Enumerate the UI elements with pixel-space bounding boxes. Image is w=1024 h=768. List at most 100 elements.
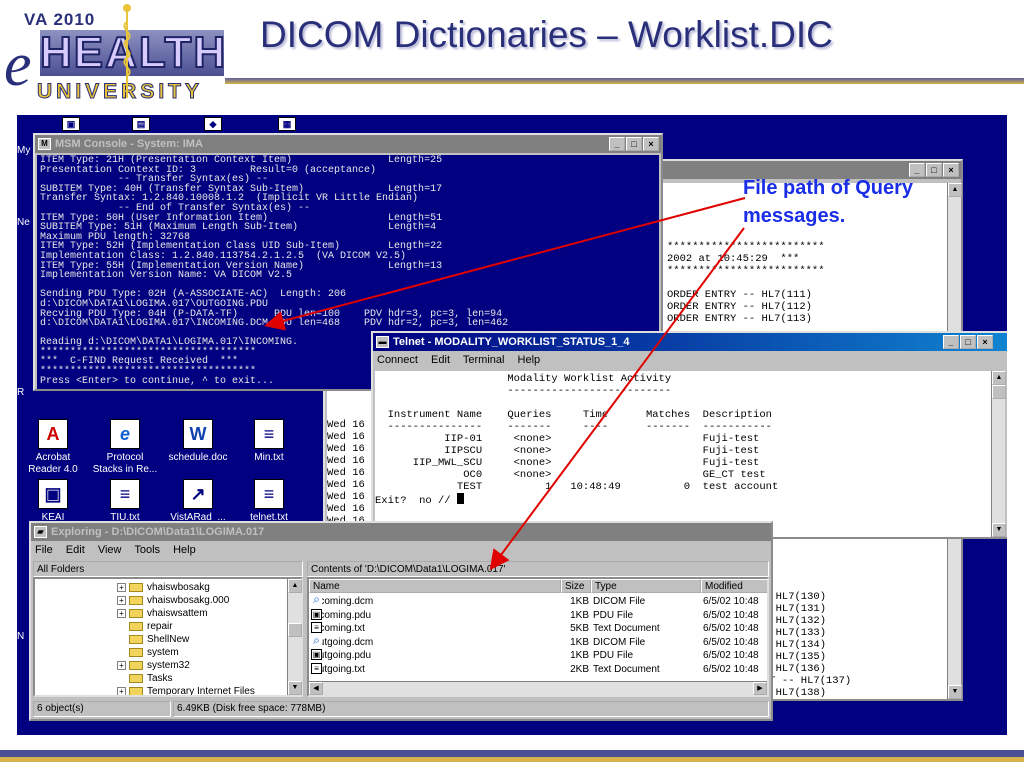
menu-view[interactable]: View xyxy=(98,544,122,556)
edge-label-2[interactable]: Ne xyxy=(17,217,31,228)
folder-tree-scrollbar[interactable]: ▲ ▼ xyxy=(287,579,302,695)
file-list-hscrollbar[interactable]: ◀ ▶ xyxy=(309,681,767,695)
file-row[interactable]: ⌕ Outgoing.dcm 1KB DICOM File 6/5/02 10:48 xyxy=(309,635,767,649)
folder-icon xyxy=(129,608,143,618)
maximize-button[interactable]: □ xyxy=(960,335,976,349)
desktop-icon-tiu-txt[interactable]: ≡ TIU.txt xyxy=(91,479,159,524)
minimize-button[interactable]: _ xyxy=(943,335,959,349)
desktop-icon-top-3[interactable]: ◆ xyxy=(179,117,247,131)
magnifier-icon: ⌕ xyxy=(311,595,322,606)
file-row[interactable]: ≡ Incoming.txt 5KB Text Document 6/5/02 10:4… xyxy=(309,622,767,635)
explorer-title: Exploring - D:\DICOM\Data1\LOGIMA.017 xyxy=(51,526,265,538)
edge-label-1[interactable]: My xyxy=(17,145,31,156)
column-size[interactable]: Size xyxy=(561,579,591,593)
folder-tree[interactable]: + vhaiswbosakg + vhaiswbosakg.000 + vhaiswsat… xyxy=(33,577,303,697)
menu-help[interactable]: Help xyxy=(173,544,196,556)
minimize-button[interactable]: _ xyxy=(609,137,625,151)
file-row[interactable]: ▣ Outgoing.pdu 1KB PDU File 6/5/02 10:48 xyxy=(309,649,767,662)
scroll-thumb[interactable] xyxy=(992,385,1006,399)
msm-console-titlebar[interactable]: M MSM Console - System: IMA _ □ × xyxy=(35,135,661,153)
expand-toggle-icon[interactable]: + xyxy=(117,608,126,618)
scroll-up-arrow-icon[interactable]: ▲ xyxy=(992,371,1006,385)
file-row[interactable]: ≡ Outgoing.txt 2KB Text Document 6/5/02 10:4… xyxy=(309,662,767,676)
tree-item[interactable]: + vhaiswbosakg xyxy=(37,581,301,594)
scroll-down-arrow-icon[interactable]: ▼ xyxy=(948,685,962,699)
column-modified[interactable]: Modified xyxy=(701,579,767,593)
explorer-window[interactable]: ▰ Exploring - D:\DICOM\Data1\LOGIMA.017 … xyxy=(29,521,773,721)
desktop-icon-keai[interactable]: ▣ KEAI xyxy=(19,479,87,524)
terminal-line: IIP-01 <none> Fuji-test xyxy=(375,433,760,445)
menu-connect[interactable]: Connect xyxy=(377,354,418,366)
shortcut-icon: ↗ xyxy=(183,479,213,509)
desktop-icon-top-1[interactable]: ▣ xyxy=(37,117,105,131)
tree-item[interactable]: Tasks xyxy=(37,672,301,685)
ie-icon: e xyxy=(110,419,140,449)
expand-toggle-icon[interactable]: + xyxy=(117,595,126,605)
file-modified-cell: 6/5/02 10:48 xyxy=(703,596,759,607)
tree-item[interactable]: ShellNew xyxy=(37,633,301,646)
scroll-thumb[interactable] xyxy=(288,623,302,637)
tree-item[interactable]: repair xyxy=(37,620,301,633)
desktop-icon-vistarad[interactable]: ↗ VistARad_... xyxy=(164,479,232,524)
console-line: Wed 16 xyxy=(327,455,365,467)
file-size-cell: 1KB xyxy=(570,609,589,621)
telnet-scrollbar[interactable]: ▲ ▼ xyxy=(991,371,1006,537)
scroll-up-arrow-icon[interactable]: ▲ xyxy=(288,579,302,593)
scroll-down-arrow-icon[interactable]: ▼ xyxy=(992,523,1006,537)
scroll-down-arrow-icon[interactable]: ▼ xyxy=(288,681,302,695)
folder-icon xyxy=(129,647,143,657)
folder-icon xyxy=(129,686,143,695)
menu-edit[interactable]: Edit xyxy=(66,544,85,556)
edge-label-3[interactable]: R xyxy=(17,387,31,398)
spreadsheet-icon: ▦ xyxy=(278,117,296,131)
expand-toggle-icon[interactable]: + xyxy=(117,660,126,670)
desktop-icon-telnet-txt[interactable]: ≡ telnet.txt xyxy=(235,479,303,524)
file-row[interactable]: ▣ Incoming.pdu 1KB PDU File 6/5/02 10:48 xyxy=(309,608,767,622)
menu-terminal[interactable]: Terminal xyxy=(463,354,505,366)
telnet-titlebar[interactable]: ▬ Telnet - MODALITY_WORKLIST_STATUS_1_4 … xyxy=(373,333,1007,351)
file-name-cell: ▣ Outgoing.pdu xyxy=(311,649,559,662)
desktop-icon-min-txt[interactable]: ≡ Min.txt xyxy=(235,419,303,464)
scroll-right-arrow-icon[interactable]: ▶ xyxy=(753,682,767,695)
file-row[interactable]: ⌕ Incoming.dcm 1KB DICOM File 6/5/02 10:48 xyxy=(309,595,767,608)
tree-item[interactable]: + vhaiswsattem xyxy=(37,607,301,620)
desktop-icon-schedule-doc[interactable]: W schedule.doc xyxy=(164,419,232,464)
file-type-cell: Text Document xyxy=(593,663,660,675)
column-name[interactable]: Name xyxy=(309,579,561,593)
desktop-icon-top-2[interactable]: ▤ xyxy=(107,117,175,131)
console-line: - HL7(136) xyxy=(763,663,827,675)
file-list[interactable]: Name Size Type Modified ◀ ▶ ⌕ Incoming.dc… xyxy=(307,577,769,697)
telnet-menubar: Connect Edit Terminal Help xyxy=(373,351,1007,369)
desktop-icon-protocol-stacks[interactable]: e Protocol Stacks in Re... xyxy=(91,419,159,476)
column-type[interactable]: Type xyxy=(591,579,701,593)
expand-toggle-icon[interactable]: + xyxy=(117,686,126,695)
desktop-icon-top-4[interactable]: ▦ xyxy=(253,117,321,131)
tree-item[interactable]: + system32 xyxy=(37,659,301,672)
desktop-icon-label: Acrobat Reader 4.0 xyxy=(19,452,87,476)
menu-edit[interactable]: Edit xyxy=(431,354,450,366)
menu-tools[interactable]: Tools xyxy=(134,544,160,556)
close-button[interactable]: × xyxy=(977,335,993,349)
terminal-line: IIP_MWL_SCU <none> Fuji-test xyxy=(375,457,760,469)
file-type-cell: DICOM File xyxy=(593,596,646,607)
scroll-left-arrow-icon[interactable]: ◀ xyxy=(309,682,323,695)
text-file-icon: ≡ xyxy=(110,479,140,509)
telnet-terminal[interactable]: Modality Worklist Activity -------------… xyxy=(375,371,993,537)
telnet-title: Telnet - MODALITY_WORKLIST_STATUS_1_4 xyxy=(393,336,630,348)
tree-item[interactable]: + Temporary Internet Files xyxy=(37,685,301,695)
magnifier-icon: ⌕ xyxy=(311,635,322,647)
folder-icon xyxy=(129,660,143,670)
telnet-window[interactable]: ▬ Telnet - MODALITY_WORKLIST_STATUS_1_4 … xyxy=(371,331,1007,539)
caduceus-icon xyxy=(123,4,131,98)
explorer-titlebar[interactable]: ▰ Exploring - D:\DICOM\Data1\LOGIMA.017 xyxy=(31,523,771,541)
tree-item[interactable]: + vhaiswbosakg.000 xyxy=(37,594,301,607)
expand-toggle-icon[interactable]: + xyxy=(117,582,126,592)
maximize-button[interactable]: □ xyxy=(626,137,642,151)
tree-item[interactable]: system xyxy=(37,646,301,659)
console-line: Wed 16 xyxy=(327,419,365,431)
close-button[interactable]: × xyxy=(643,137,659,151)
menu-file[interactable]: File xyxy=(35,544,53,556)
menu-help[interactable]: Help xyxy=(518,354,541,366)
desktop-icon-acrobat[interactable]: A Acrobat Reader 4.0 xyxy=(19,419,87,476)
